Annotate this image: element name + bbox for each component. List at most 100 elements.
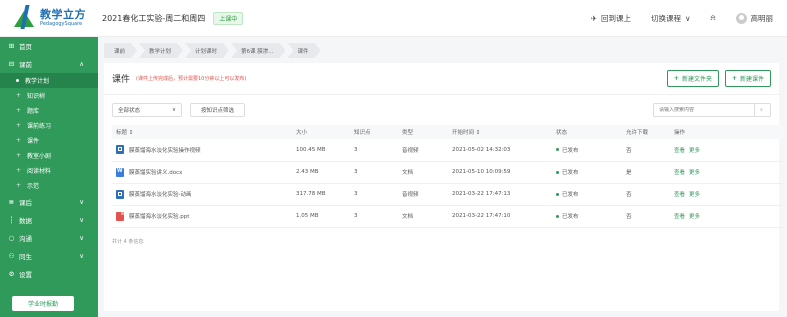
status-dot-icon [556,148,559,152]
view-link[interactable]: 查看 [674,148,685,154]
avatar [735,12,747,24]
sidebar-subitem-demo[interactable]: + 示范 [0,178,98,193]
plus-icon: + [16,107,22,114]
more-link[interactable]: 更多 [689,170,700,176]
more-link[interactable]: 更多 [689,148,700,154]
file-type: 文档 [402,170,414,176]
logo[interactable]: 教学立方 PedagogySquare [0,0,92,37]
total-count: 共计 4 条信息 [112,239,144,245]
column-header-title[interactable]: 标题 ↕ [112,125,292,139]
more-link[interactable]: 更多 [689,214,700,220]
plus-icon: + [16,122,22,129]
status-text: 已发布 [562,192,579,198]
file-size: 100.45 MB [296,146,326,153]
sidebar-subitem-reading[interactable]: + 阅读材料 [0,163,98,178]
table-row: 膜蒸馏海水淡化实验.ppt 1.05 MB 3 文档 2021-03-22 17… [112,205,785,227]
notification-button[interactable]: ⍾ [711,13,716,23]
sidebar-item-postclass[interactable]: ≣ 课后 ∨ [0,193,98,211]
status-filter-value: 全部状态 [118,108,141,114]
search-input[interactable] [654,107,754,113]
more-link[interactable]: 更多 [689,192,700,198]
search-box: ⌕ [653,103,771,117]
sidebar-item-data[interactable]: ┆ 数据 ∨ [0,211,98,229]
status-dot-icon [556,192,559,196]
breadcrumb: 课前 教学计划 计划课时 第6课 膜渗... 课件 [104,43,779,58]
breadcrumb-item[interactable]: 计划课时 [185,43,229,58]
back-to-class-button[interactable]: ✈ 回到课上 [591,13,631,24]
status-filter-select[interactable]: 全部状态 ∨ [112,103,182,117]
sidebar-item-students[interactable]: ⚇ 同生 ∨ [0,247,98,265]
file-title[interactable]: 膜蒸馏海水淡化实验-动画 [129,190,192,198]
sidebar-subitem-label: 课件 [27,138,40,145]
knowledge-filter-button[interactable]: 按知识点筛选 [190,103,246,117]
user-menu[interactable]: 高明丽 [735,12,773,24]
sidebar-bottom-button[interactable]: 学业时报勤 [12,296,74,311]
sidebar-item-settings[interactable]: ⚙ 设置 [0,265,98,283]
rocket-icon: ✈ [590,13,598,23]
courseware-table: 标题 ↕ 大小 知识点 类型 开始时间 ↕ 状态 允许下载 操作 膜蒸馏海水淡化… [112,125,785,228]
file-title[interactable]: 膜蒸馏海水淡化实验.ppt [129,212,189,220]
new-courseware-button[interactable]: + 新建课件 [724,70,771,87]
sidebar-subitem-question-bank[interactable]: + 题库 [0,103,98,118]
people-icon: ⚇ [8,252,15,260]
upload-note: (课件上传完成后，预计需要10分钟以上可以发布) [136,76,247,82]
column-header-time[interactable]: 开始时间 ↕ [448,125,552,139]
file-size: 2.43 MB [296,169,319,175]
switch-course-dropdown[interactable]: 切换课程 ∨ [651,13,691,24]
new-folder-button[interactable]: + 新建文件夹 [666,70,719,87]
status-text: 已发布 [562,170,579,176]
sidebar-subitem-label: 阅读材料 [27,168,52,175]
app-window: 教学立方 PedagogySquare 2021春化工实验-周二和周四 上课中 … [0,0,787,317]
column-header-knowledge: 知识点 [354,130,371,136]
breadcrumb-item[interactable]: 第6课 膜渗... [231,43,286,58]
sidebar-subitem-teaching-plan[interactable]: 教学计划 [0,73,98,88]
sidebar-item-home[interactable]: ⊞ 首页 [0,37,98,55]
download-allowed: 否 [626,192,632,198]
plus-icon: + [16,137,22,144]
knowledge-count: 3 [354,169,358,175]
table-header-row: 标题 ↕ 大小 知识点 类型 开始时间 ↕ 状态 允许下载 操作 [112,125,785,139]
list-icon: ⊟ [8,60,15,68]
chevron-down-icon: ∨ [79,216,84,224]
download-allowed: 是 [626,170,632,176]
status-text: 已发布 [562,214,579,220]
file-title[interactable]: 膜蒸馏海水淡化实验操作视频 [129,146,201,154]
sidebar-subitem-mini-play[interactable]: + 教室小剧 [0,148,98,163]
chevron-down-icon: ∨ [79,234,84,242]
column-header-actions: 操作 [674,130,686,136]
chevron-down-icon: ∨ [685,13,691,23]
file-title[interactable]: 膜蒸馏实验讲义.docx [129,168,182,176]
video-file-icon [116,189,124,199]
search-icon[interactable]: ⌕ [754,104,768,116]
sidebar-item-preclass[interactable]: ⊟ 课前 ∧ [0,55,98,73]
sidebar-subitem-label: 题库 [27,108,40,115]
sidebar-item-label: 数据 [19,217,32,225]
start-time: 2021-05-02 14:32:03 [452,146,511,153]
switch-course-label: 切换课程 [651,13,682,23]
table-row: 膜蒸馏实验讲义.docx 2.43 MB 3 文档 2021-05-10 10:… [112,161,785,183]
view-link[interactable]: 查看 [674,214,685,220]
sidebar-subitem-courseware[interactable]: + 课件 [0,133,98,148]
page-title: 课件 [112,75,131,85]
status-badge: 上课中 [213,11,244,25]
sidebar-item-communication[interactable]: ○ 沟通 ∨ [0,229,98,247]
download-allowed: 否 [626,214,632,220]
breadcrumb-item[interactable]: 课件 [288,43,321,58]
sidebar-subitem-knowledge-tree[interactable]: + 知识树 [0,88,98,103]
download-allowed: 否 [626,147,632,154]
top-header: 教学立方 PedagogySquare 2021春化工实验-周二和周四 上课中 … [0,0,787,37]
breadcrumb-item[interactable]: 教学计划 [139,43,183,58]
breadcrumb-item[interactable]: 课前 [104,43,137,58]
grid-icon: ⊞ [8,42,15,50]
sidebar-subitem-practice[interactable]: + 课前练习 [0,118,98,133]
sidebar-item-label: 课后 [19,199,32,207]
view-link[interactable]: 查看 [674,170,685,176]
chart-icon: ┆ [9,216,14,224]
sidebar-subitem-label: 教学计划 [25,78,50,85]
sidebar-subitem-label: 知识树 [27,93,46,100]
column-header-size: 大小 [296,130,308,136]
view-link[interactable]: 查看 [674,192,685,198]
ppt-file-icon [116,211,124,221]
course-title: 2021春化工实验-周二和周四 [102,13,206,23]
status-dot-icon [556,214,559,218]
